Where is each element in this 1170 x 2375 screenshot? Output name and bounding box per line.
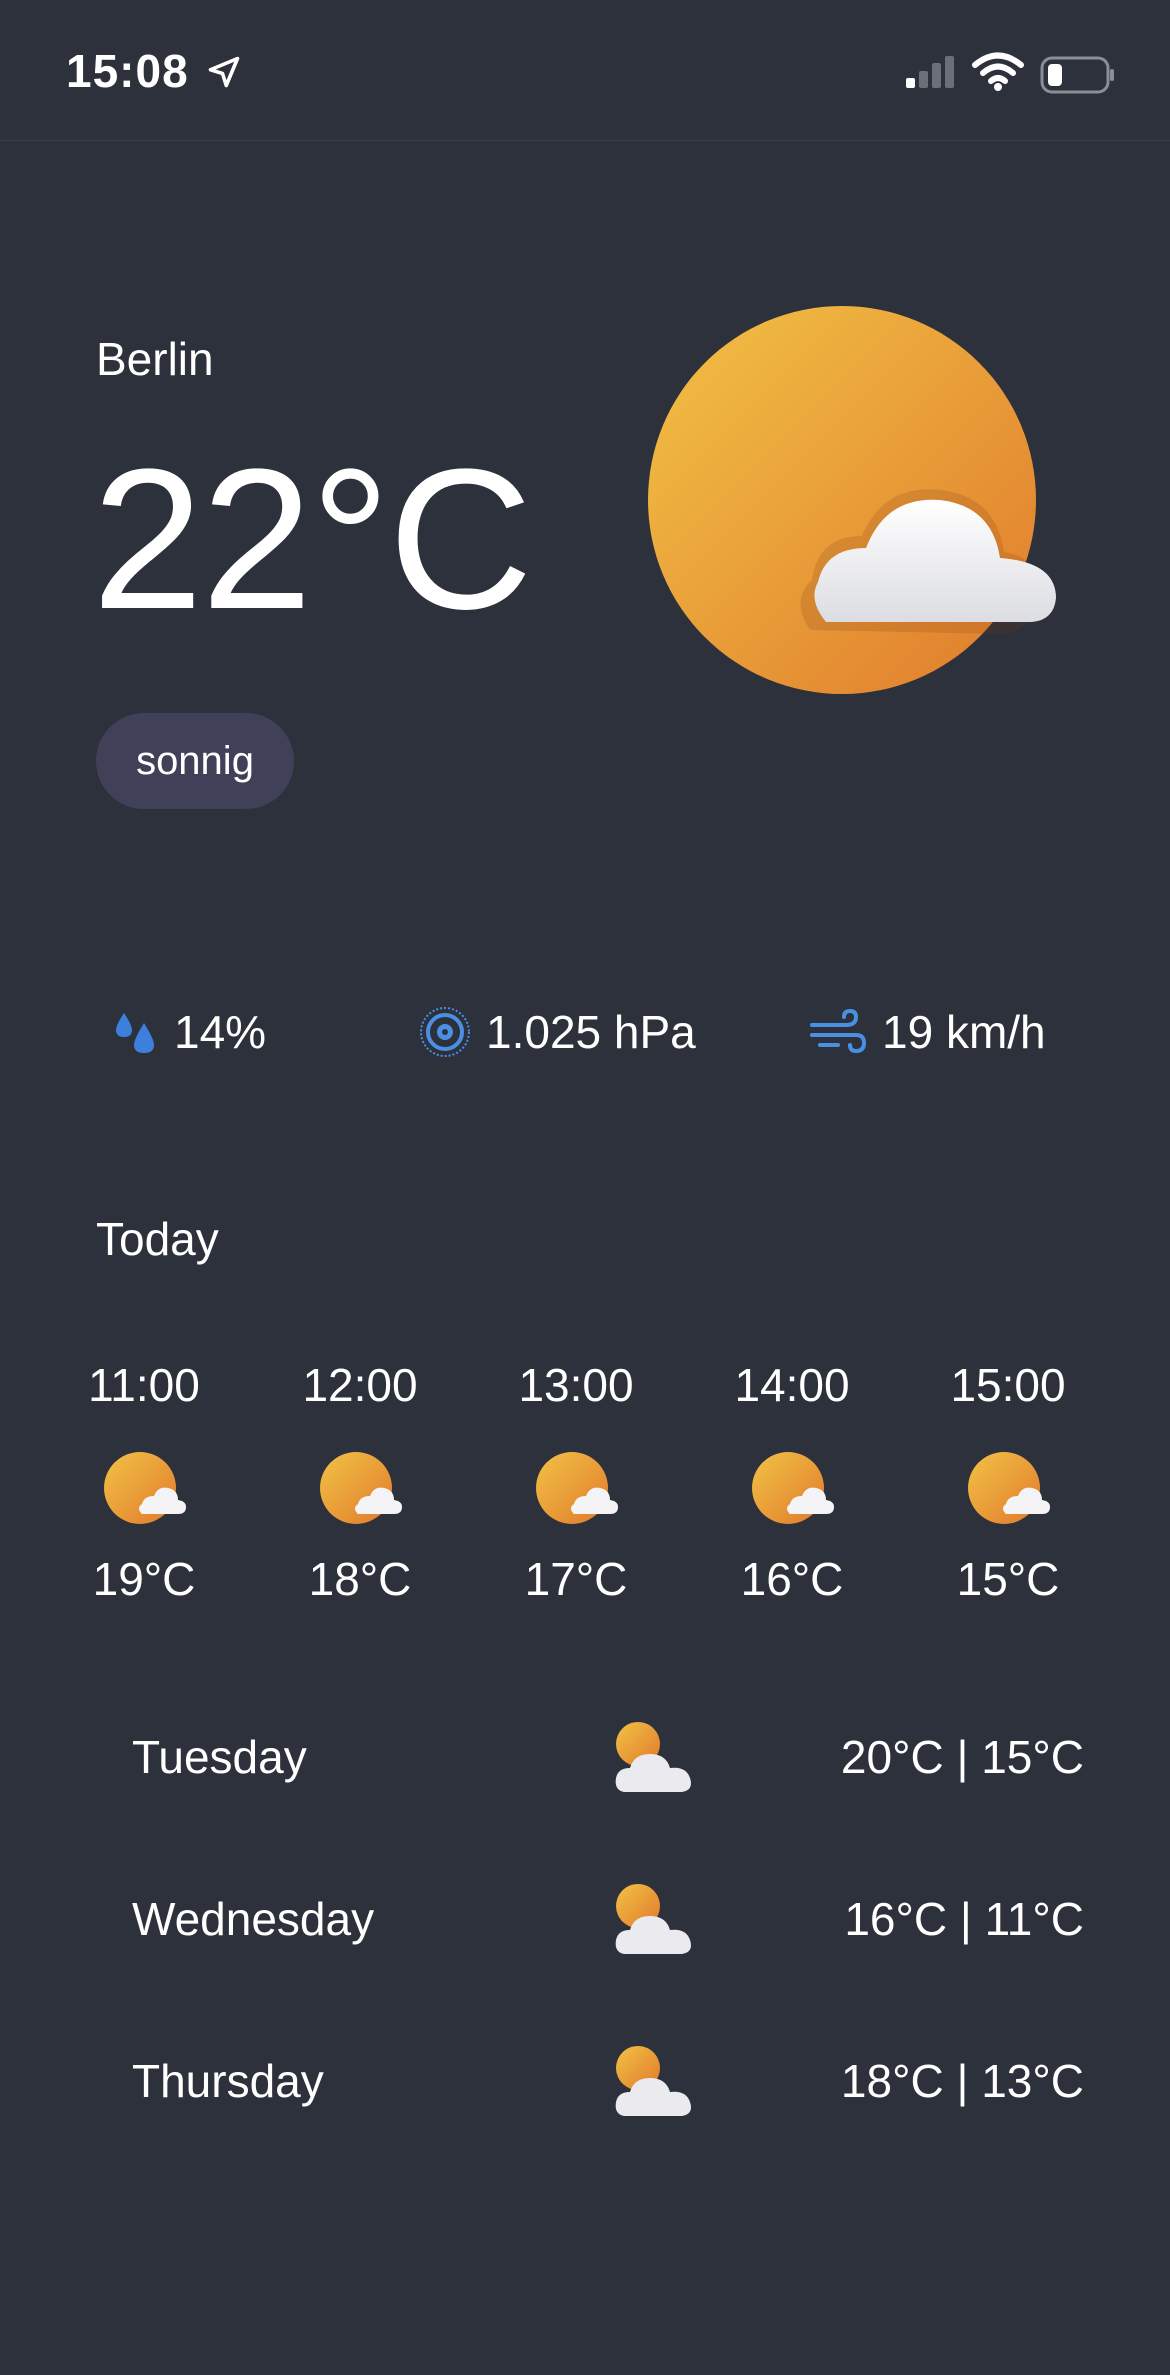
forecast-row: Thursday 18°C | 13°C [132, 2042, 1084, 2122]
hourly-item: 14:00 16°C [712, 1358, 872, 1606]
pressure-gauge-icon [420, 1007, 470, 1057]
cloud-with-sun-icon [615, 1884, 691, 1954]
hourly-item: 12:00 18°C [280, 1358, 440, 1606]
pressure-value: 1.025 hPa [486, 1006, 696, 1058]
today-heading: Today [96, 1213, 219, 1265]
city-name: Berlin [96, 333, 214, 385]
hour-time: 13:00 [518, 1359, 634, 1411]
cloud-with-sun-icon [615, 2046, 691, 2116]
hour-time: 15:00 [950, 1359, 1066, 1411]
forecast-day: Thursday [132, 2055, 324, 2107]
forecast-row: Wednesday 16°C | 11°C [132, 1880, 1084, 1960]
sun-behind-cloud-icon [536, 1452, 618, 1524]
sun-behind-cloud-icon [968, 1452, 1050, 1524]
humidity-metric: 14% [110, 1005, 266, 1059]
wind-value: 19 km/h [882, 1006, 1046, 1058]
cloud-with-sun-icon [615, 1722, 691, 1792]
sun-behind-cloud-icon [320, 1452, 402, 1524]
hour-temp: 17°C [524, 1553, 628, 1605]
hourly-item: 15:00 15°C [928, 1358, 1088, 1606]
forecast-day: Tuesday [132, 1731, 307, 1783]
status-time: 15:08 [66, 45, 189, 97]
pressure-metric: 1.025 hPa [418, 1005, 696, 1059]
wind-metric: 19 km/h [808, 1005, 1046, 1059]
hour-temp: 16°C [740, 1553, 844, 1605]
sun-behind-cloud-icon [648, 306, 1056, 694]
forecast-range: 16°C | 11°C [844, 1893, 1084, 1945]
sun-behind-cloud-icon [752, 1452, 834, 1524]
cellular-signal-icon [906, 56, 954, 88]
hour-time: 12:00 [302, 1359, 418, 1411]
hourly-item: 11:00 19°C [64, 1358, 224, 1606]
water-drops-icon [116, 1013, 154, 1053]
hour-temp: 19°C [92, 1553, 196, 1605]
hour-time: 11:00 [88, 1359, 200, 1411]
forecast-row: Tuesday 20°C | 15°C [132, 1718, 1084, 1798]
humidity-value: 14% [174, 1006, 267, 1058]
condition-label: sonnig [136, 738, 254, 783]
hour-temp: 15°C [956, 1553, 1060, 1605]
forecast-range: 18°C | 13°C [840, 2055, 1084, 2107]
condition-badge: sonnig [96, 713, 294, 809]
current-temperature: 22°C [92, 428, 533, 651]
hourly-item: 13:00 17°C [496, 1358, 656, 1606]
location-arrow-icon [208, 56, 240, 88]
wifi-icon [972, 52, 1024, 91]
sun-behind-cloud-icon [104, 1452, 186, 1524]
battery-icon [1040, 56, 1114, 94]
wind-icon [810, 1008, 867, 1054]
forecast-day: Wednesday [132, 1893, 375, 1945]
hour-time: 14:00 [734, 1359, 850, 1411]
hour-temp: 18°C [308, 1553, 412, 1605]
forecast-range: 20°C | 15°C [840, 1731, 1084, 1783]
status-bar: 15:08 [0, 0, 1170, 141]
